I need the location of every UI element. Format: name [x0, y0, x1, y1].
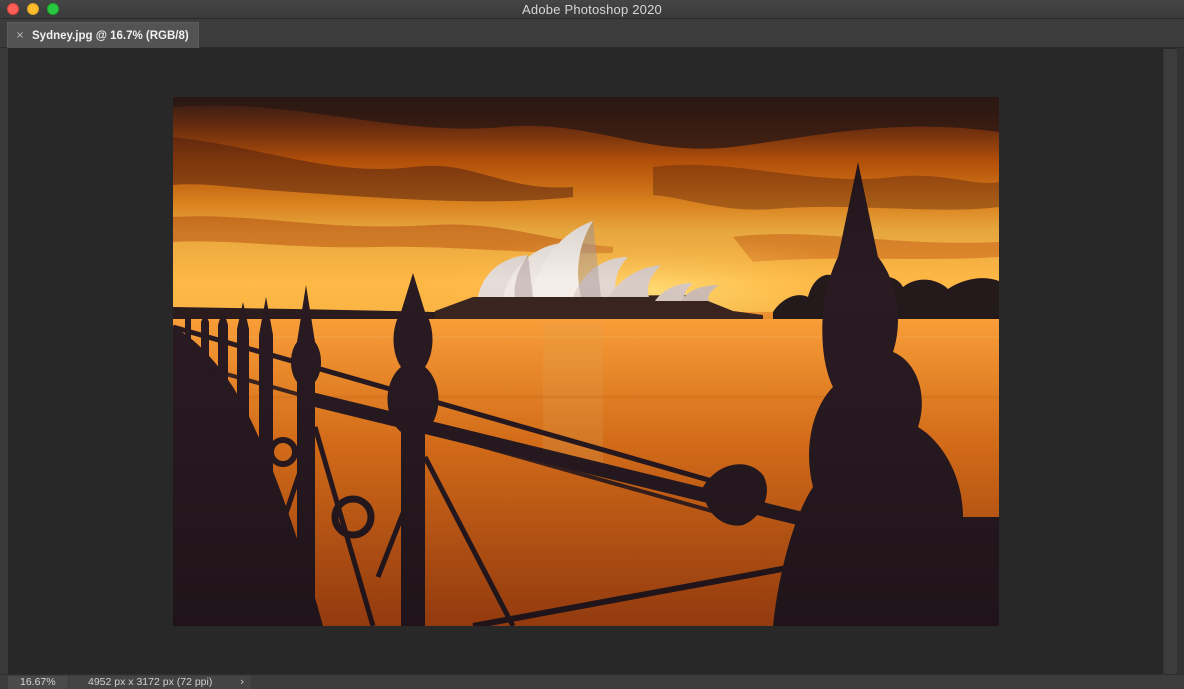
document-tab[interactable]: × Sydney.jpg @ 16.7% (RGB/8) [7, 22, 199, 48]
document-image[interactable] [173, 97, 999, 626]
zoom-level-field[interactable]: 16.67% [8, 676, 68, 689]
title-bar: Adobe Photoshop 2020 [0, 0, 1184, 19]
status-bar: 16.67% 4952 px x 3172 px (72 ppi) › [0, 674, 1184, 689]
close-tab-icon[interactable]: × [14, 30, 26, 41]
left-panel-edge [0, 48, 8, 674]
sydney-sunset-image [173, 97, 999, 626]
right-panel-edge [1177, 48, 1184, 674]
canvas-workspace[interactable] [8, 49, 1163, 674]
vertical-scrollbar[interactable] [1163, 49, 1177, 674]
document-tab-label: Sydney.jpg @ 16.7% (RGB/8) [32, 29, 189, 42]
document-info: 4952 px x 3172 px (72 ppi) [69, 676, 251, 689]
app-title: Adobe Photoshop 2020 [522, 2, 662, 17]
document-tab-bar: × Sydney.jpg @ 16.7% (RGB/8) [0, 19, 1184, 48]
status-menu-chevron-icon[interactable]: › [240, 675, 244, 689]
